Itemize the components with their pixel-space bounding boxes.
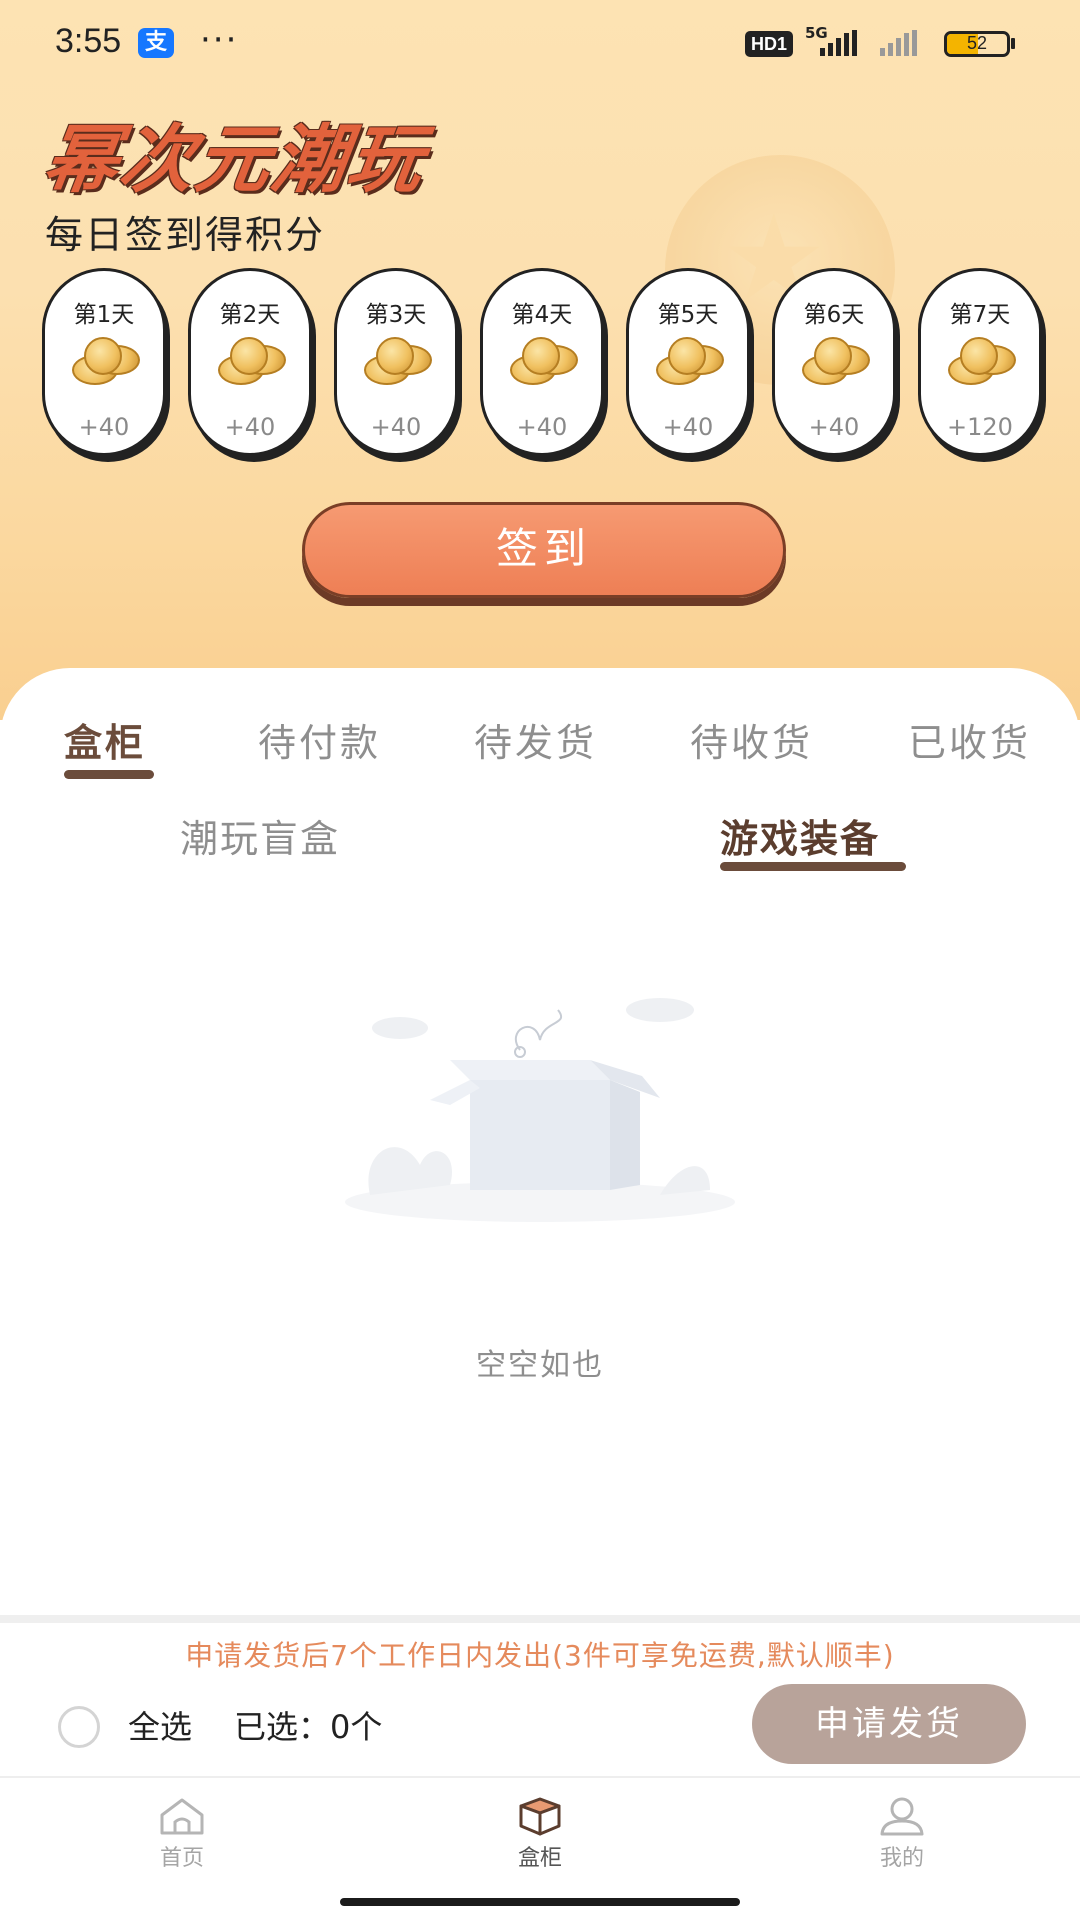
nav-home[interactable]: 首页 (102, 1796, 262, 1872)
day-label: 第6天 (803, 302, 865, 328)
apply-shipment-button[interactable]: 申请发货 (752, 1684, 1026, 1764)
select-all-label[interactable]: 全选 (128, 1702, 192, 1748)
checkin-day-2[interactable]: 第2天 +40 (188, 268, 312, 456)
coins-icon (656, 337, 726, 389)
checkin-day-4[interactable]: 第4天 +40 (480, 268, 604, 456)
nav-label: 盒柜 (517, 1846, 562, 1871)
active-tab-indicator (64, 770, 154, 779)
shipping-notice: 申请发货后7个工作日内发出(3件可享免运费,默认顺丰) (185, 1639, 895, 1672)
checkin-day-6[interactable]: 第6天 +40 (772, 268, 896, 456)
coins-icon (802, 337, 872, 389)
empty-state-text: 空空如也 (476, 1348, 604, 1383)
coins-icon (510, 337, 580, 389)
subtab-blind-box[interactable]: 潮玩盲盒 (180, 808, 340, 863)
day-points: +40 (516, 413, 568, 441)
tab-box-cabinet[interactable]: 盒柜 (64, 712, 146, 767)
checkin-days: 第1天 +40 第2天 +40 第3天 +40 第4天 +40 第5天 +40 … (42, 268, 1052, 464)
brand-logo: 幂次元潮玩 (38, 117, 431, 203)
box-icon (519, 1797, 561, 1836)
selected-count: 已选：0个 (234, 1708, 383, 1746)
day-label: 第3天 (365, 302, 427, 328)
day-points: +120 (947, 413, 1013, 441)
tab-pending-receipt[interactable]: 待收货 (690, 712, 813, 767)
day-points: +40 (78, 413, 130, 441)
signal-secondary-icon (880, 30, 917, 56)
nav-profile[interactable]: 我的 (822, 1796, 982, 1872)
selection-bar: 全选 已选：0个 申请发货 (0, 1680, 1080, 1770)
category-subtabs: 潮玩盲盒 游戏装备 (0, 808, 1080, 898)
day-points: +40 (662, 413, 714, 441)
hd-badge: HD1 (745, 31, 794, 57)
day-points: +40 (370, 413, 422, 441)
active-subtab-indicator (720, 862, 906, 871)
checkin-day-3[interactable]: 第3天 +40 (334, 268, 458, 456)
select-all-checkbox[interactable] (58, 1706, 100, 1748)
day-label: 第2天 (219, 302, 281, 328)
coins-icon (218, 337, 288, 389)
tab-pending-payment[interactable]: 待付款 (258, 712, 381, 767)
tab-received[interactable]: 已收货 (908, 712, 1031, 767)
day-points: +40 (808, 413, 860, 441)
order-tabs: 盒柜 待付款 待发货 待收货 已收货 (0, 712, 1080, 792)
status-time: 3:55 (55, 22, 122, 60)
checkin-day-7[interactable]: 第7天 +120 (918, 268, 1042, 456)
checkin-day-1[interactable]: 第1天 +40 (42, 268, 166, 456)
day-points: +40 (224, 413, 276, 441)
coins-icon (948, 337, 1018, 389)
battery-level: 52 (966, 33, 988, 53)
battery-icon: 52 (944, 31, 1010, 57)
checkin-subtitle: 每日签到得积分 (45, 213, 326, 257)
home-icon (160, 1798, 204, 1835)
checkin-day-5[interactable]: 第5天 +40 (626, 268, 750, 456)
day-label: 第7天 (949, 302, 1011, 328)
user-icon (880, 1797, 924, 1836)
nav-label: 我的 (879, 1846, 924, 1871)
subtab-game-gear[interactable]: 游戏装备 (720, 808, 880, 863)
tab-pending-shipment[interactable]: 待发货 (474, 712, 597, 767)
status-bar: 3:55 支 ··· HD1 5G 52 (0, 0, 1080, 90)
day-label: 第4天 (511, 302, 573, 328)
coins-icon (364, 337, 434, 389)
checkin-button[interactable]: 签到 (302, 502, 786, 598)
more-notifications-icon: ··· (200, 20, 239, 60)
day-label: 第5天 (657, 302, 719, 328)
home-indicator[interactable] (340, 1898, 740, 1906)
nav-box-cabinet[interactable]: 盒柜 (460, 1796, 620, 1872)
divider (0, 1615, 1080, 1623)
signal-icon (820, 30, 857, 56)
empty-box-icon (345, 998, 735, 1222)
coins-icon (72, 337, 142, 389)
alipay-icon: 支 (138, 28, 174, 58)
day-label: 第1天 (73, 302, 135, 328)
nav-label: 首页 (159, 1846, 204, 1871)
